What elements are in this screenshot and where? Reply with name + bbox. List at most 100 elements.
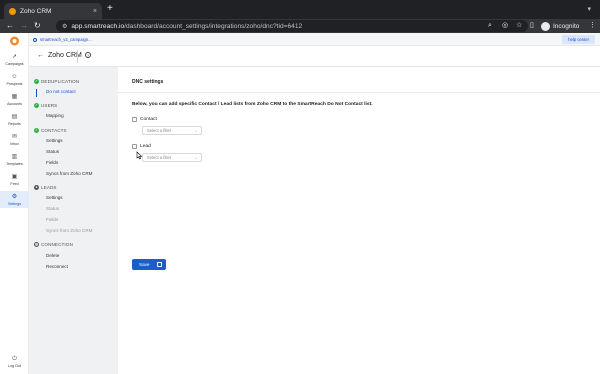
browser-toolbar: ← → ↻ ⚙ app.smartreach.io/dashboard/acco… — [0, 19, 600, 33]
rocket-icon: ➚ — [11, 53, 18, 60]
zoom-icon[interactable]: ⌕ — [488, 21, 492, 31]
rail-label: Inbox — [10, 141, 19, 146]
feed-icon: ▣ — [11, 173, 18, 180]
section-title: USERS — [41, 103, 58, 108]
check-circle-icon: ✓ — [34, 79, 39, 84]
rail-label: Templates — [6, 161, 23, 166]
subnav-item-do-not-contact[interactable]: Do not contact — [46, 89, 76, 94]
section-deduplication: ✓ DEDUPLICATION — [34, 79, 79, 84]
menu-icon[interactable]: ⋮ — [589, 21, 596, 31]
reload-icon[interactable]: ↻ — [34, 20, 41, 32]
subnav-item-contact-fields[interactable]: Fields — [46, 160, 58, 165]
contact-checkbox-row[interactable]: Contact — [132, 117, 157, 122]
description-text: Below, you can add specific Contact / Le… — [132, 102, 373, 107]
rail-item-campaigns[interactable]: ➚ Campaigns — [0, 51, 29, 68]
rail-label: Campaigns — [5, 61, 24, 66]
select-placeholder: Select a filter — [147, 155, 172, 160]
help-icon[interactable]: ? — [85, 52, 91, 58]
logout-button[interactable]: ⏻ Log Out — [0, 353, 29, 370]
subnav-item-contact-settings[interactable]: Settings — [46, 138, 63, 143]
subnav-item-lead-status[interactable]: Status — [46, 206, 59, 211]
rail-label: Accounts — [7, 101, 22, 106]
section-contacts: ✓ CONTACTS — [34, 128, 67, 133]
close-tab-icon[interactable]: × — [93, 8, 97, 15]
rail-label: Feed — [10, 181, 19, 186]
subnav-item-delete[interactable]: Delete — [46, 253, 59, 258]
rail-item-feed[interactable]: ▣ Feed — [0, 171, 29, 188]
app-viewport: ➚ Campaigns ☺ Prospects ▦ Accounts ▤ Rep… — [0, 33, 600, 374]
rail-label: Settings — [8, 201, 21, 206]
chart-icon: ▤ — [11, 113, 18, 120]
select-placeholder: Select a filter — [147, 128, 172, 133]
logout-label: Log Out — [8, 363, 21, 368]
help-center-button[interactable]: help center — [562, 35, 595, 44]
rail-label: Reports — [8, 121, 21, 126]
browser-tab[interactable]: Zoho CRM × — [4, 3, 102, 19]
settings-subnav: ✓ DEDUPLICATION Do not contact ✓ USERS M… — [29, 67, 118, 374]
profile-label: Incognito — [553, 22, 580, 30]
lead-checkbox-row[interactable]: Lead — [132, 144, 151, 149]
contact-checkbox[interactable] — [132, 117, 137, 122]
subnav-item-lead-syncs[interactable]: Syncs from Zoho CRM — [46, 228, 92, 233]
gear-icon: ⚙ — [11, 193, 18, 200]
star-icon[interactable]: ☆ — [516, 21, 522, 31]
toggle-circle-icon: ● — [34, 185, 39, 190]
save-icon — [157, 262, 162, 267]
clock-icon: ◴ — [34, 242, 39, 247]
eye-off-icon[interactable]: ◎ — [502, 21, 508, 31]
workspace-name: smartreach_v2_campaign... — [40, 37, 92, 42]
template-icon: ▥ — [11, 153, 18, 160]
sidepanel-icon[interactable]: ▯ — [530, 21, 534, 31]
favicon-icon — [9, 7, 16, 15]
active-indicator — [36, 89, 37, 97]
smartreach-logo — [10, 36, 19, 46]
save-label: Save — [139, 262, 150, 267]
contact-filter-select[interactable]: Select a filter ⌄ — [142, 126, 202, 135]
lead-filter-select[interactable]: Select a filter ⌄ — [142, 153, 202, 162]
save-button[interactable]: Save — [132, 259, 166, 270]
browser-window: Zoho CRM × + ▾ ← → ↻ ⚙ app.smartreach.io… — [0, 0, 600, 374]
chevron-down-icon: ⌄ — [194, 155, 198, 160]
section-users: ✓ USERS — [34, 103, 57, 108]
forward-arrow-icon[interactable]: → — [20, 20, 28, 32]
section-connection: ◴ CONNECTION — [34, 242, 73, 247]
subnav-item-mapping[interactable]: Mapping — [46, 113, 64, 118]
rail-item-accounts[interactable]: ▦ Accounts — [0, 91, 29, 108]
site-info-icon[interactable]: ⚙ — [62, 23, 67, 30]
address-bar[interactable]: ⚙ app.smartreach.io/dashboard/account_se… — [56, 20, 528, 32]
rail-item-reports[interactable]: ▤ Reports — [0, 111, 29, 128]
page-header: ← Zoho CRM ? — [29, 46, 600, 67]
divider — [118, 92, 600, 93]
rail-item-templates[interactable]: ▥ Templates — [0, 151, 29, 168]
section-leads: ● LEADS — [34, 185, 57, 190]
app-topbar: smartreach_v2_campaign... help center — [29, 33, 600, 46]
dnc-settings-panel: DNC settings Below, you can add specific… — [118, 67, 600, 374]
contact-label: Contact — [140, 117, 157, 122]
subnav-item-lead-settings[interactable]: Settings — [46, 195, 63, 200]
lead-label: Lead — [140, 144, 151, 149]
rail-item-inbox[interactable]: ✉ Inbox — [0, 131, 29, 148]
lead-checkbox[interactable] — [132, 144, 137, 149]
chevron-down-icon[interactable]: ▾ — [587, 5, 591, 13]
tab-strip: Zoho CRM × + ▾ — [0, 0, 600, 19]
rail-item-prospects[interactable]: ☺ Prospects — [0, 71, 29, 88]
tab-title: Zoho CRM — [20, 7, 52, 15]
section-title: CONNECTION — [41, 242, 73, 247]
workspace-selector[interactable]: smartreach_v2_campaign... — [33, 35, 92, 44]
incognito-icon — [541, 21, 550, 31]
new-tab-button[interactable]: + — [107, 4, 113, 14]
subnav-item-contact-status[interactable]: Status — [46, 149, 59, 154]
subnav-item-lead-fields[interactable]: Fields — [46, 217, 58, 222]
building-icon: ▦ — [11, 93, 18, 100]
subnav-item-contact-syncs[interactable]: Syncs from Zoho CRM — [46, 171, 92, 176]
back-arrow-icon[interactable]: ← — [6, 20, 14, 32]
back-icon[interactable]: ← — [37, 52, 44, 59]
mouse-cursor-icon — [136, 151, 143, 160]
subnav-item-reconnect[interactable]: Reconnect — [46, 264, 68, 269]
rail-label: Prospects — [6, 81, 23, 86]
profile-button[interactable]: Incognito — [541, 20, 579, 32]
section-title: CONTACTS — [41, 128, 67, 133]
rail-item-settings[interactable]: ⚙ Settings — [0, 191, 29, 208]
nav-rail: ➚ Campaigns ☺ Prospects ▦ Accounts ▤ Rep… — [0, 33, 29, 374]
check-circle-icon: ✓ — [34, 103, 39, 108]
